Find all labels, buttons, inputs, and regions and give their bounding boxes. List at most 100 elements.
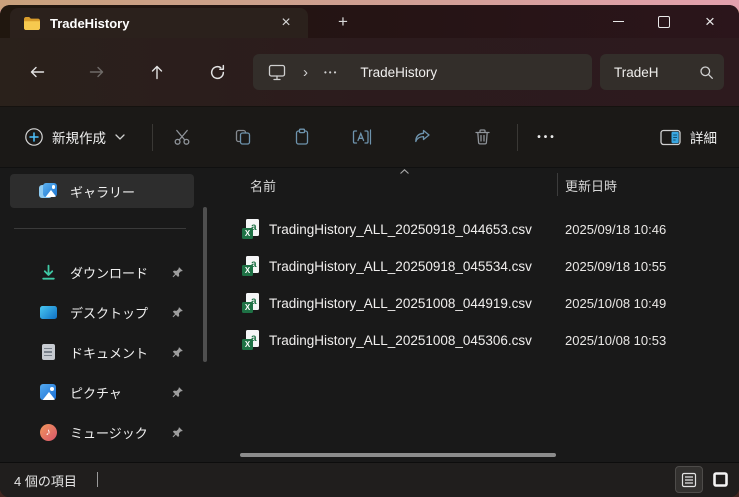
search-input[interactable]	[614, 64, 695, 80]
new-item-button[interactable]: 新規作成	[14, 119, 138, 155]
file-explorer-window: TradeHistory × + × › ••• TradeHistory Tr…	[0, 5, 739, 497]
file-row[interactable]: aX TradingHistory_ALL_20250918_044653.cs…	[223, 211, 731, 247]
tab-close-icon[interactable]: ×	[274, 11, 298, 35]
details-pane-icon	[660, 129, 681, 146]
column-header-name[interactable]: 名前	[250, 176, 276, 195]
up-arrow-icon	[151, 65, 163, 79]
back-button[interactable]	[18, 54, 56, 90]
documents-icon	[38, 342, 58, 362]
toolbar-separator	[152, 124, 153, 151]
pin-icon	[171, 386, 184, 399]
breadcrumb-ellipsis-icon[interactable]: •••	[324, 68, 338, 77]
details-view-button[interactable]	[675, 466, 703, 493]
delete-button[interactable]	[463, 119, 501, 155]
rename-icon	[352, 129, 372, 145]
forward-button[interactable]	[77, 54, 115, 90]
sidebar-item-label: ミュージック	[70, 425, 148, 441]
details-view-icon	[681, 472, 697, 487]
close-button[interactable]: ×	[687, 5, 733, 38]
sidebar-item-label: ダウンロード	[70, 265, 149, 281]
back-arrow-icon	[30, 66, 44, 78]
chevron-down-icon	[115, 134, 125, 140]
sidebar-item-label: デスクトップ	[70, 305, 149, 321]
scissors-icon	[174, 129, 190, 145]
minimize-icon	[612, 20, 624, 23]
sidebar-item-downloads[interactable]: ダウンロード	[10, 255, 194, 289]
breadcrumb[interactable]: › ••• TradeHistory	[253, 54, 592, 90]
file-row[interactable]: aX TradingHistory_ALL_20251008_044919.cs…	[223, 285, 731, 321]
breadcrumb-current-folder[interactable]: TradeHistory	[360, 65, 437, 80]
main-area: ギャラリー ダウンロード デスクトップ ドキュメント ピクチャ ♪ ミュージック…	[0, 168, 739, 462]
large-icons-view-icon	[712, 472, 728, 487]
sidebar-item-pictures[interactable]: ピクチャ	[10, 375, 194, 409]
new-item-label: 新規作成	[52, 131, 106, 146]
chevron-right-icon[interactable]: ›	[303, 64, 308, 81]
excel-csv-icon: aX	[242, 293, 260, 313]
trash-icon	[474, 129, 490, 145]
file-row[interactable]: aX TradingHistory_ALL_20251008_045306.cs…	[223, 322, 731, 358]
refresh-icon	[210, 64, 224, 79]
file-name: TradingHistory_ALL_20250918_044653.csv	[269, 221, 532, 237]
folder-icon	[24, 16, 40, 30]
more-ellipsis-icon: •••	[537, 131, 557, 143]
status-divider	[97, 472, 98, 487]
desktop-icon	[38, 302, 58, 322]
gallery-icon	[38, 181, 58, 201]
sidebar-item-desktop[interactable]: デスクトップ	[10, 295, 194, 329]
refresh-button[interactable]	[198, 54, 236, 90]
sidebar-item-music[interactable]: ♪ ミュージック	[10, 415, 194, 449]
excel-csv-icon: aX	[242, 219, 260, 239]
close-icon: ×	[705, 12, 715, 31]
file-modified: 2025/10/08 10:49	[565, 295, 667, 311]
search-box[interactable]	[600, 54, 724, 90]
sidebar-item-label: ドキュメント	[70, 345, 149, 361]
address-row: › ••• TradeHistory	[0, 38, 739, 106]
file-list: 名前 更新日時 aX TradingHistory_ALL_20250918_0…	[215, 168, 739, 462]
pictures-icon	[38, 382, 58, 402]
cut-button[interactable]	[163, 119, 201, 155]
see-more-button[interactable]: •••	[528, 119, 566, 155]
file-name: TradingHistory_ALL_20251008_044919.csv	[269, 295, 532, 311]
sidebar-item-documents[interactable]: ドキュメント	[10, 335, 194, 369]
excel-csv-icon: aX	[242, 256, 260, 276]
tab-title: TradeHistory	[50, 15, 130, 31]
share-button[interactable]	[403, 119, 441, 155]
toolbar-separator	[517, 124, 518, 151]
window-controls: ×	[595, 5, 733, 38]
rename-button[interactable]	[343, 119, 381, 155]
sidebar-separator	[14, 228, 186, 229]
pin-icon	[171, 266, 184, 279]
this-pc-icon[interactable]	[267, 63, 287, 81]
sidebar-item-label: ピクチャ	[70, 385, 122, 401]
downloads-icon	[38, 262, 58, 282]
maximize-button[interactable]	[641, 5, 687, 38]
file-row[interactable]: aX TradingHistory_ALL_20250918_045534.cs…	[223, 248, 731, 284]
status-bar: 4 個の項目	[0, 462, 739, 497]
minimize-button[interactable]	[595, 5, 641, 38]
forward-arrow-icon	[89, 66, 103, 78]
details-pane-button[interactable]: 詳細	[648, 119, 729, 155]
copy-button[interactable]	[224, 119, 262, 155]
file-name: TradingHistory_ALL_20250918_045534.csv	[269, 258, 532, 274]
column-header-modified[interactable]: 更新日時	[565, 176, 617, 195]
up-button[interactable]	[138, 54, 176, 90]
column-divider[interactable]	[557, 173, 558, 196]
file-modified: 2025/09/18 10:46	[565, 221, 667, 237]
tab-tradehistory[interactable]: TradeHistory ×	[10, 8, 308, 38]
details-pane-label: 詳細	[690, 131, 717, 146]
tab-strip: TradeHistory × + ×	[0, 5, 739, 38]
maximize-icon	[658, 15, 670, 28]
horizontal-scrollbar[interactable]	[240, 453, 556, 457]
sidebar-scrollbar[interactable]	[203, 207, 207, 362]
sort-ascending-icon	[400, 169, 409, 174]
new-tab-button[interactable]: +	[330, 9, 356, 35]
search-icon[interactable]	[699, 65, 714, 80]
pin-icon	[171, 306, 184, 319]
music-icon: ♪	[38, 422, 58, 442]
large-icons-view-button[interactable]	[706, 466, 734, 493]
navigation-pane: ギャラリー ダウンロード デスクトップ ドキュメント ピクチャ ♪ ミュージック	[0, 168, 215, 462]
sidebar-item-gallery[interactable]: ギャラリー	[10, 174, 194, 208]
paste-button[interactable]	[283, 119, 321, 155]
item-count: 4 個の項目	[14, 474, 77, 489]
sidebar-item-videos[interactable]: ビデオ	[10, 455, 194, 462]
